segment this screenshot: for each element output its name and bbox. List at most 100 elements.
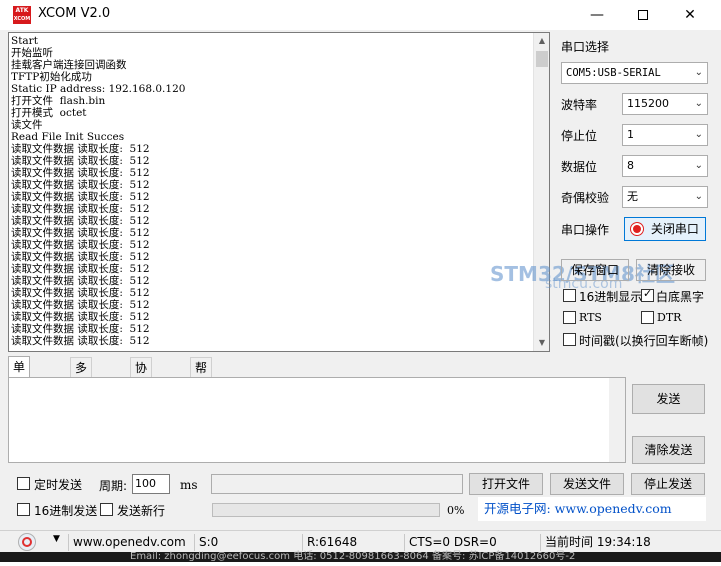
- chevron-down-icon: ⌄: [694, 129, 703, 140]
- scroll-down-icon[interactable]: ▼: [534, 335, 549, 351]
- log-line: TFTP初始化成功: [11, 71, 92, 83]
- receive-log-text: Start 开始监听 挂载客户端连接回调函数 TFTP初始化成功 Static IP a…: [11, 35, 185, 347]
- minimize-button[interactable]: —: [574, 0, 620, 30]
- log-line: 读取文件数据 读取长度: 512: [11, 335, 150, 347]
- log-line: 读取文件数据 读取长度: 512: [11, 311, 150, 323]
- tab-multi-send[interactable]: 多条发送: [70, 357, 93, 435]
- send-newline-label: 发送新行: [117, 504, 166, 518]
- window-title: XCOM V2.0: [38, 6, 111, 21]
- port-select-label: 串口选择: [561, 40, 610, 54]
- log-line: Read File Init Succes: [11, 131, 125, 143]
- send-file-button[interactable]: 发送文件: [550, 473, 624, 495]
- parity-select[interactable]: 无 ⌄: [622, 186, 708, 208]
- period-input[interactable]: 100: [132, 474, 170, 494]
- log-line: 开始监听: [11, 47, 53, 59]
- timestamp-label: 时间戳(以换行回车断帧): [579, 334, 709, 348]
- log-line: 读取文件数据 读取长度: 512: [11, 167, 150, 179]
- baud-label: 波特率: [561, 98, 598, 112]
- log-line: 读取文件数据 读取长度: 512: [11, 299, 150, 311]
- baud-select[interactable]: 115200 ⌄: [622, 93, 708, 115]
- status-sent-count: S:0: [194, 534, 302, 551]
- scroll-up-icon[interactable]: ▲: [534, 33, 549, 49]
- log-line: 挂载客户端连接回调函数: [11, 59, 127, 71]
- log-line: 打开模式 octet: [11, 107, 87, 119]
- white-bg-checkbox[interactable]: [641, 287, 654, 302]
- tab-help[interactable]: 帮助: [190, 357, 213, 395]
- log-line: Static IP address: 192.168.0.120: [11, 83, 186, 95]
- send-button[interactable]: 发送: [632, 384, 705, 414]
- receive-log[interactable]: Start 开始监听 挂载客户端连接回调函数 TFTP初始化成功 Static IP a…: [8, 32, 550, 352]
- port-status-icon: [631, 223, 644, 235]
- log-line: 读取文件数据 读取长度: 512: [11, 287, 150, 299]
- title-bar[interactable]: ATK XCOM XCOM V2.0 — ✕: [0, 0, 721, 30]
- clear-receive-button[interactable]: 清除接收: [636, 259, 706, 281]
- file-path-input[interactable]: [211, 474, 463, 494]
- hex-send-checkbox[interactable]: [17, 503, 30, 516]
- close-port-label: 关闭串口: [650, 222, 699, 236]
- close-button[interactable]: ✕: [667, 0, 713, 30]
- timestamp-checkbox[interactable]: [563, 333, 576, 346]
- log-line: 读取文件数据 读取长度: 512: [11, 179, 150, 191]
- stop-send-button[interactable]: 停止发送: [631, 473, 705, 495]
- stop-bits-select[interactable]: 1 ⌄: [622, 124, 708, 146]
- rts-checkbox[interactable]: [563, 311, 576, 324]
- log-line: 读取文件数据 读取长度: 512: [11, 275, 150, 287]
- dtr-label: DTR: [657, 311, 682, 324]
- hex-send-label: 16进制发送: [34, 504, 98, 518]
- log-line: Start: [11, 35, 38, 47]
- rts-label: RTS: [579, 311, 602, 324]
- log-line: 读取文件数据 读取长度: 512: [11, 155, 150, 167]
- log-line: 读取文件数据 读取长度: 512: [11, 263, 150, 275]
- timed-send-label: 定时发送: [34, 478, 83, 492]
- log-line: 读文件: [11, 119, 43, 131]
- parity-label: 奇偶校验: [561, 191, 610, 205]
- settings-icon[interactable]: [18, 533, 36, 551]
- log-line: 读取文件数据 读取长度: 512: [11, 251, 150, 263]
- tab-single-send[interactable]: 单条发送: [8, 356, 31, 434]
- timed-send-checkbox[interactable]: [17, 477, 30, 490]
- background-footer-text: Email: zhongding@eefocus.com 电话: 0512-80…: [0, 552, 721, 562]
- save-window-button[interactable]: 保存窗口: [561, 259, 629, 281]
- status-menu-dropdown-icon[interactable]: ▼: [53, 534, 60, 544]
- status-received-count: R:61648: [302, 534, 404, 551]
- send-input-scrollbar[interactable]: [609, 378, 625, 462]
- clear-send-button[interactable]: 清除发送: [632, 436, 705, 464]
- chevron-down-icon: ⌄: [694, 191, 703, 202]
- dtr-checkbox[interactable]: [641, 311, 654, 324]
- stop-bits-label: 停止位: [561, 129, 598, 143]
- scroll-thumb[interactable]: [536, 51, 548, 67]
- chevron-down-icon: ⌄: [694, 98, 703, 109]
- status-url[interactable]: www.openedv.com: [68, 534, 194, 551]
- openedv-banner[interactable]: 开源电子网: www.openedv.com: [478, 497, 706, 521]
- log-line: 读取文件数据 读取长度: 512: [11, 215, 150, 227]
- hex-display-checkbox[interactable]: [563, 289, 576, 302]
- stop-bits-value: 1: [627, 128, 634, 141]
- chevron-down-icon: ⌄: [694, 67, 703, 78]
- open-file-button[interactable]: 打开文件: [469, 473, 543, 495]
- status-time: 当前时间 19:34:18: [540, 534, 700, 551]
- progress-text: 0%: [447, 504, 465, 517]
- status-bar: ▼ www.openedv.com S:0 R:61648 CTS=0 DSR=…: [0, 530, 721, 565]
- parity-value: 无: [627, 190, 638, 203]
- send-progress-bar: [212, 503, 440, 517]
- maximize-button[interactable]: [620, 0, 666, 30]
- app-logo-icon: ATK XCOM: [13, 6, 31, 24]
- port-select[interactable]: COM5:USB-SERIAL ⌄: [561, 62, 708, 84]
- port-select-value: COM5:USB-SERIAL: [566, 67, 661, 79]
- send-newline-checkbox[interactable]: [100, 503, 113, 516]
- log-line: 读取文件数据 读取长度: 512: [11, 203, 150, 215]
- close-icon: ✕: [684, 7, 696, 23]
- data-bits-select[interactable]: 8 ⌄: [622, 155, 708, 177]
- status-lines: CTS=0 DSR=0 DCD=0: [404, 534, 540, 565]
- send-input[interactable]: [8, 377, 626, 463]
- receive-log-scrollbar[interactable]: ▲ ▼: [533, 33, 549, 351]
- tab-protocol[interactable]: 协议传输: [130, 357, 153, 435]
- period-label: 周期:: [99, 479, 128, 493]
- log-line: 读取文件数据 读取长度: 512: [11, 143, 150, 155]
- log-line: 读取文件数据 读取长度: 512: [11, 227, 150, 239]
- baud-value: 115200: [627, 97, 669, 110]
- data-bits-label: 数据位: [561, 160, 598, 174]
- close-port-button[interactable]: 关闭串口: [624, 217, 706, 241]
- port-operation-label: 串口操作: [561, 223, 610, 237]
- hex-display-label: 16进制显示: [579, 290, 643, 304]
